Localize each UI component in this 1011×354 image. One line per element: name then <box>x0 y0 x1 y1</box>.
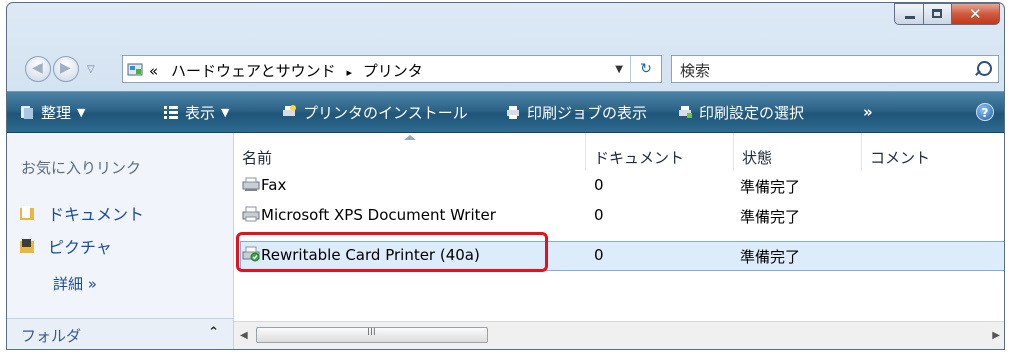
column-header-documents-label: ドキュメント <box>594 149 685 167</box>
forward-button[interactable]: ▶ <box>53 56 79 82</box>
document-count: 0 <box>594 176 604 194</box>
breadcrumb: « ハードウェアとサウンド ▸ プリンタ <box>149 60 423 81</box>
printer-name: Fax <box>261 176 287 194</box>
organize-button[interactable]: 整理 ▼ <box>19 92 85 132</box>
back-arrow-icon: ◀ <box>32 60 43 76</box>
sort-ascending-icon <box>404 135 416 140</box>
minimize-button[interactable] <box>894 3 924 25</box>
control-panel-icon <box>127 63 143 76</box>
caption-buttons: ✕ <box>894 3 1000 25</box>
column-header-documents[interactable]: ドキュメント <box>586 133 734 171</box>
printer-status: 準備完了 <box>740 208 801 226</box>
breadcrumb-overflow[interactable]: « <box>149 62 158 80</box>
nav-link-pictures[interactable]: ピクチャ <box>19 234 112 258</box>
favorite-links-header: お気に入りリンク <box>21 159 142 177</box>
document-count: 0 <box>594 206 604 224</box>
command-toolbar: 整理 ▼ 表示 ▼ プリンタのインストール 印刷ジョブの表示 印刷設定の選択 » ? <box>7 91 1004 133</box>
address-dropdown-icon[interactable]: ▼ <box>615 64 623 75</box>
more-link[interactable]: 詳細 » <box>53 273 97 294</box>
printer-icon <box>242 206 260 222</box>
table-row[interactable]: Microsoft XPS Document Writer 0 準備完了 <box>240 201 1004 231</box>
folders-label: フォルダ <box>21 327 82 345</box>
see-print-jobs-button[interactable]: 印刷ジョブの表示 <box>505 92 647 132</box>
nav-link-pictures-label: ピクチャ <box>48 238 112 257</box>
printing-preferences-icon <box>679 106 692 118</box>
maximize-icon <box>932 9 942 18</box>
breadcrumb-separator-icon[interactable]: ▸ <box>346 66 352 79</box>
toolbar-overflow-button[interactable]: » <box>863 92 873 132</box>
printer-status: 準備完了 <box>740 178 801 196</box>
column-header-comment-label: コメント <box>870 149 931 167</box>
navigation-pane: お気に入りリンク ドキュメント ピクチャ 詳細 » フォルダ ⌃ <box>7 133 234 349</box>
search-box[interactable]: 検索 <box>671 55 999 83</box>
column-header-name-label: 名前 <box>242 149 273 167</box>
column-header-status-label: 状態 <box>742 149 773 167</box>
explorer-window: ✕ ◀ ▶ ▽ « ハードウェアとサウンド ▸ プリンタ ▼ ↻ 検索 整理 ▼ … <box>6 2 1005 350</box>
document-count: 0 <box>594 246 604 264</box>
add-printer-label: プリンタのインストール <box>303 103 468 122</box>
search-input[interactable]: 検索 <box>680 60 710 81</box>
select-printing-preferences-label: 印刷設定の選択 <box>699 103 805 122</box>
select-printing-preferences-button[interactable]: 印刷設定の選択 <box>677 92 804 132</box>
column-header-name[interactable]: 名前 <box>234 133 586 171</box>
documents-folder-icon <box>20 206 34 220</box>
search-icon[interactable] <box>977 61 992 76</box>
see-print-jobs-label: 印刷ジョブの表示 <box>527 103 648 122</box>
nav-link-documents-label: ドキュメント <box>48 205 145 224</box>
close-icon: ✕ <box>969 5 982 23</box>
organize-label: 整理 <box>41 103 72 122</box>
add-printer-icon <box>283 105 296 116</box>
printer-status: 準備完了 <box>740 248 801 266</box>
organize-dropdown-icon: ▼ <box>77 105 86 119</box>
fax-icon <box>242 177 260 191</box>
table-row[interactable]: Fax 0 準備完了 <box>240 171 1004 201</box>
minimize-icon <box>905 16 915 19</box>
print-jobs-icon <box>507 106 519 119</box>
refresh-icon: ↻ <box>640 61 652 77</box>
recent-pages-dropdown[interactable]: ▽ <box>87 64 95 75</box>
breadcrumb-hardware-sound[interactable]: ハードウェアとサウンド <box>171 62 336 80</box>
address-bar[interactable]: « ハードウェアとサウンド ▸ プリンタ ▼ ↻ <box>122 55 662 83</box>
printer-name: Microsoft XPS Document Writer <box>261 206 496 224</box>
scroll-thumb[interactable]: III <box>256 327 488 343</box>
help-icon[interactable]: ? <box>976 103 994 121</box>
horizontal-scrollbar[interactable]: ◀ III ▶ <box>234 321 1004 349</box>
scroll-thumb-grip: III <box>367 327 376 338</box>
views-label: 表示 <box>185 103 216 122</box>
column-header-status[interactable]: 状態 <box>734 133 862 171</box>
views-icon <box>164 106 178 119</box>
refresh-button[interactable]: ↻ <box>630 56 661 82</box>
column-header-comment[interactable]: コメント <box>862 133 1004 171</box>
organize-icon <box>21 106 33 119</box>
folders-bar[interactable]: フォルダ ⌃ <box>7 318 233 349</box>
breadcrumb-printers[interactable]: プリンタ <box>363 62 423 80</box>
back-button[interactable]: ◀ <box>25 56 51 82</box>
scroll-left-icon[interactable]: ◀ <box>240 330 248 341</box>
forward-arrow-icon: ▶ <box>60 60 71 76</box>
pictures-folder-icon <box>20 239 34 253</box>
add-printer-button[interactable]: プリンタのインストール <box>281 92 468 132</box>
chevron-up-icon: ⌃ <box>208 325 219 340</box>
views-button[interactable]: 表示 ▼ <box>163 92 229 132</box>
close-button[interactable]: ✕ <box>952 3 1000 25</box>
views-dropdown-icon: ▼ <box>221 105 230 119</box>
maximize-button[interactable] <box>924 3 952 25</box>
nav-link-documents[interactable]: ドキュメント <box>19 201 144 225</box>
scroll-right-icon[interactable]: ▶ <box>992 330 1000 341</box>
selection-highlight-box <box>236 232 548 272</box>
